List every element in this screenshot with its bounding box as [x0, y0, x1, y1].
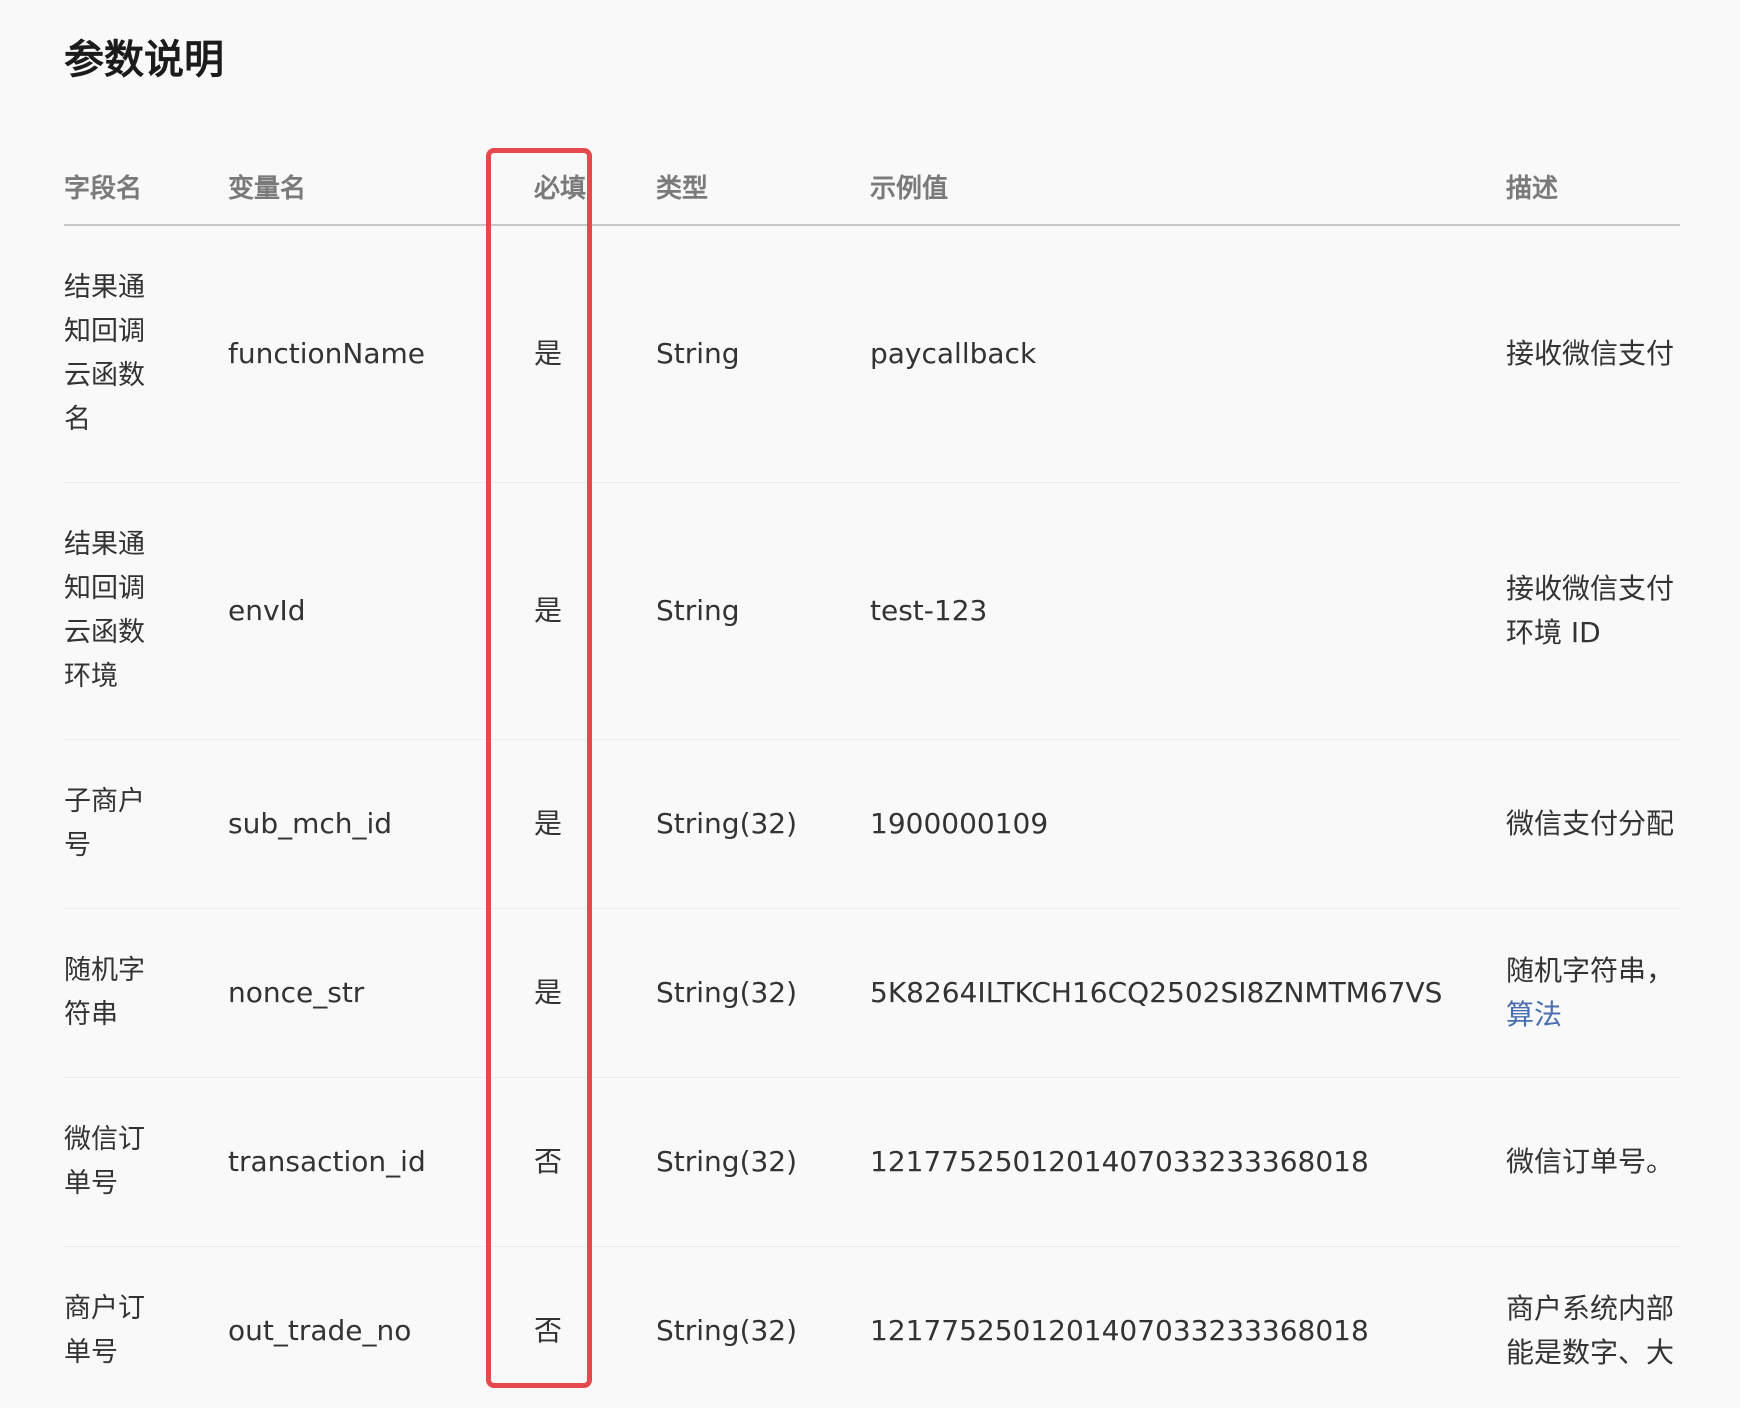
cell-type: String(32) [656, 1077, 870, 1247]
cell-field-name: 子商户号 [64, 739, 228, 909]
cell-type: String [656, 482, 870, 740]
cell-description: 微信订单号。 [1506, 1077, 1680, 1247]
header-required: 必填 [520, 148, 656, 226]
table-row: 微信订单号 transaction_id 否 String(32) 121775… [64, 1077, 1680, 1247]
cell-field-name: 商户订单号 [64, 1246, 228, 1408]
cell-required: 是 [520, 908, 656, 1078]
cell-example: 1217752501201407033233368018 [870, 1246, 1506, 1408]
description-line: 接收微信支付 [1506, 337, 1675, 370]
header-variable-name: 变量名 [228, 148, 520, 226]
cell-variable-name: sub_mch_id [228, 739, 520, 909]
cell-required: 否 [520, 1077, 656, 1247]
cell-field-name: 结果通知回调云函数名 [64, 225, 228, 483]
cell-field-name: 微信订单号 [64, 1077, 228, 1247]
cell-variable-name: nonce_str [228, 908, 520, 1078]
cell-type: String(32) [656, 739, 870, 909]
cell-required: 否 [520, 1246, 656, 1408]
cell-required: 是 [520, 739, 656, 909]
cell-variable-name: transaction_id [228, 1077, 520, 1247]
cell-example: 5K8264ILTKCH16CQ2502SI8ZNMTM67VS [870, 908, 1506, 1078]
page-title: 参数说明 [64, 37, 224, 83]
description-line: 微信支付分配 [1506, 807, 1675, 840]
cell-example: paycallback [870, 225, 1506, 483]
params-table: 字段名 变量名 必填 类型 示例值 描述 结果通知回调云函数名 function… [64, 148, 1680, 1408]
cell-field-name: 随机字符串 [64, 908, 228, 1078]
description-line: 微信订单号。 [1506, 1145, 1675, 1178]
cell-description: 随机字符串， 算法 [1506, 908, 1680, 1078]
cell-type: String(32) [656, 1246, 870, 1408]
cell-required: 是 [520, 225, 656, 483]
table-row: 随机字符串 nonce_str 是 String(32) 5K8264ILTKC… [64, 908, 1680, 1078]
cell-example: 1217752501201407033233368018 [870, 1077, 1506, 1247]
table-row: 结果通知回调云函数环境 envId 是 String test-123 接收微信… [64, 482, 1680, 740]
cell-variable-name: envId [228, 482, 520, 740]
description-line: 能是数字、大 [1506, 1336, 1675, 1369]
algorithm-link[interactable]: 算法 [1506, 993, 1680, 1037]
table-row: 结果通知回调云函数名 functionName 是 String paycall… [64, 225, 1680, 483]
header-example: 示例值 [870, 148, 1506, 226]
cell-example: 1900000109 [870, 739, 1506, 909]
cell-description: 商户系统内部 能是数字、大 [1506, 1246, 1680, 1408]
cell-description: 接收微信支付 环境 ID [1506, 482, 1680, 740]
cell-required: 是 [520, 482, 656, 740]
description-line: 商户系统内部 [1506, 1292, 1675, 1325]
description-line: 环境 ID [1506, 616, 1601, 649]
header-description: 描述 [1506, 148, 1680, 226]
description-line: 随机字符串， [1506, 954, 1675, 987]
cell-description: 接收微信支付 [1506, 225, 1680, 483]
cell-example: test-123 [870, 482, 1506, 740]
cell-variable-name: functionName [228, 225, 520, 483]
description-line: 接收微信支付 [1506, 572, 1675, 605]
cell-description: 微信支付分配 [1506, 739, 1680, 909]
table-row: 子商户号 sub_mch_id 是 String(32) 1900000109 … [64, 739, 1680, 909]
table-header-row: 字段名 变量名 必填 类型 示例值 描述 [64, 148, 1680, 226]
header-field-name: 字段名 [64, 148, 228, 226]
cell-variable-name: out_trade_no [228, 1246, 520, 1408]
cell-type: String(32) [656, 908, 870, 1078]
cell-field-name: 结果通知回调云函数环境 [64, 482, 228, 740]
header-type: 类型 [656, 148, 870, 226]
table-row: 商户订单号 out_trade_no 否 String(32) 12177525… [64, 1246, 1680, 1408]
cell-type: String [656, 225, 870, 483]
